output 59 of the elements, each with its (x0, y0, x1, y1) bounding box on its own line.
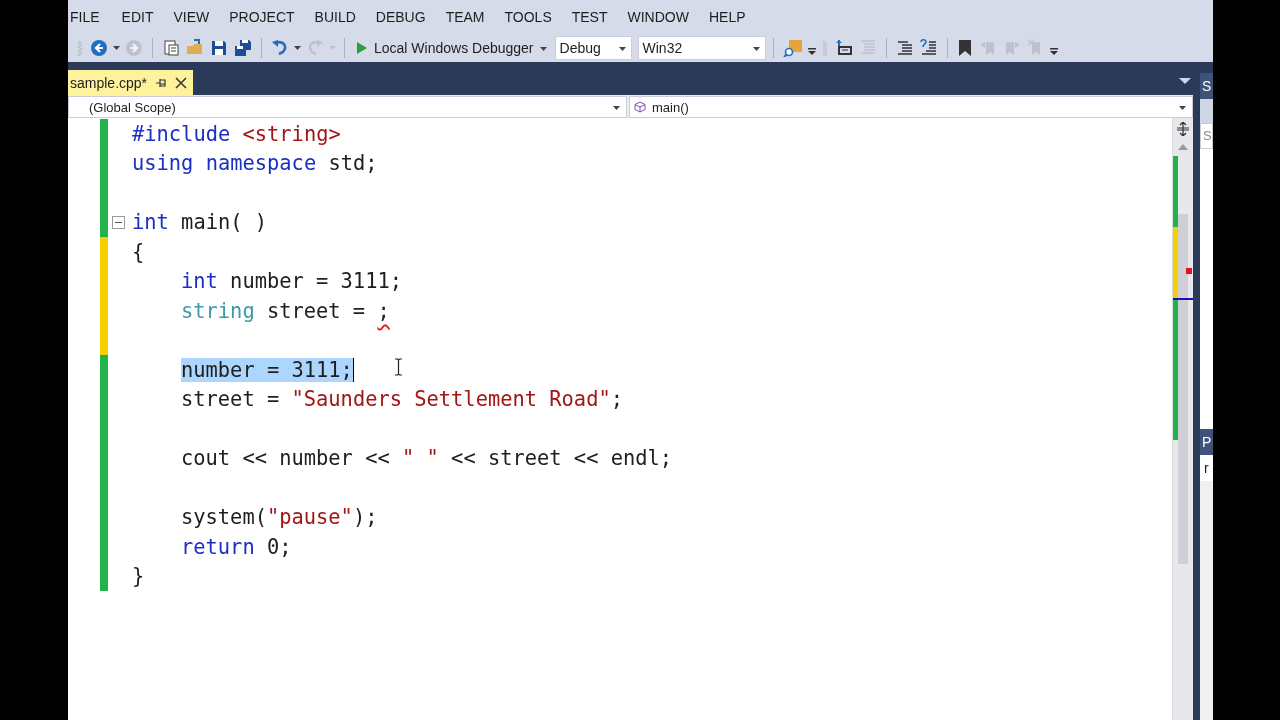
menu-item[interactable]: TOOLS (504, 8, 562, 25)
menu-item[interactable]: FILE (70, 8, 110, 25)
panel-item: r (1200, 455, 1213, 481)
vertical-scrollbar[interactable] (1172, 118, 1193, 720)
start-debugging-button[interactable]: Local Windows Debugger (352, 36, 551, 59)
caret-marker (1173, 298, 1193, 300)
code-line: int number = 3111; (180, 269, 402, 294)
code-line: system("pause"); (180, 505, 378, 530)
bookmark-icon[interactable] (956, 38, 973, 57)
comment-lines-icon[interactable] (895, 38, 914, 57)
search-field[interactable]: S (1200, 123, 1213, 149)
configuration-dropdown[interactable]: Debug (554, 35, 632, 60)
menu-item[interactable]: WINDOW (627, 8, 699, 25)
code-line: cout << number << " " << street << endl; (180, 446, 673, 471)
save-icon[interactable] (210, 38, 228, 57)
menu-item[interactable]: TEAM (445, 8, 495, 25)
menu-item[interactable]: DEBUG (375, 8, 436, 25)
code-line: #include <string> (132, 121, 341, 146)
error-marker (1186, 268, 1192, 275)
code-line: int main( ) (132, 210, 268, 235)
dropdown-icon[interactable] (1179, 77, 1191, 85)
collapse-icon[interactable] (111, 215, 125, 229)
uncomment-lines-icon[interactable] (919, 38, 938, 57)
play-icon (356, 40, 368, 55)
code-line: return 0; (180, 534, 292, 559)
menu-item[interactable]: TEST (571, 8, 618, 25)
code-line: } (132, 564, 145, 589)
code-line: { (132, 239, 145, 264)
scroll-up-icon (1178, 144, 1188, 150)
panel-title: P (1200, 429, 1213, 455)
member-dropdown[interactable]: main() (629, 96, 1193, 118)
toolbar-grip-icon (78, 38, 82, 57)
cube-icon (634, 101, 646, 113)
menu-item[interactable]: BUILD (314, 8, 366, 25)
toolbar-grip-icon (822, 38, 827, 57)
close-icon[interactable] (175, 76, 188, 89)
indent-icon[interactable] (834, 38, 853, 57)
code-line: string street = ; (180, 298, 390, 323)
undo-icon[interactable] (271, 38, 289, 57)
text-cursor-icon (394, 358, 403, 376)
code-line: using namespace std; (132, 151, 378, 176)
pin-icon[interactable] (155, 76, 168, 89)
menu-item[interactable]: EDIT (121, 8, 164, 25)
save-all-icon[interactable] (234, 38, 252, 57)
configuration-dropdown[interactable]: Win32 (637, 35, 766, 60)
back-icon[interactable] (90, 38, 108, 57)
menu-item[interactable]: HELP (708, 8, 756, 25)
panel-toolbar (1200, 99, 1213, 123)
open-folder-icon[interactable] (186, 38, 204, 57)
code-line: street = "Saunders Settlement Road"; (180, 387, 623, 412)
scope-dropdown[interactable]: (Global Scope) (68, 96, 627, 118)
scrollbar-thumb[interactable] (1178, 214, 1188, 564)
new-project-icon[interactable] (162, 38, 180, 57)
panel-title: S (1200, 73, 1213, 99)
find-in-files-icon[interactable] (782, 38, 803, 57)
menu-item[interactable]: VIEW (173, 8, 220, 25)
split-icon (1176, 122, 1190, 136)
menu-item[interactable]: PROJECT (229, 8, 305, 25)
document-tab[interactable]: sample.cpp* (68, 70, 194, 95)
